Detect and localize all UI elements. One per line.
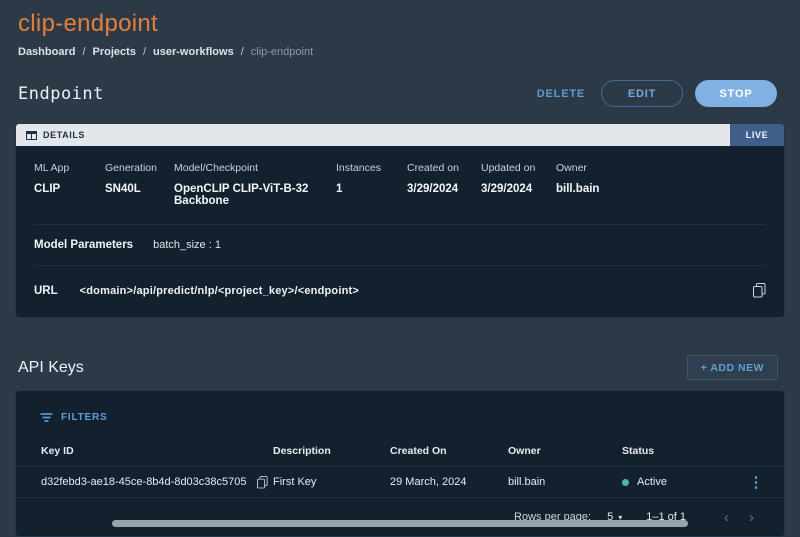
horizontal-scrollbar-thumb[interactable] <box>112 520 688 527</box>
copy-key-button[interactable] <box>255 474 270 491</box>
details-accordion-header[interactable]: DETAILS LIVE <box>16 124 784 146</box>
field-model-checkpoint: Model/Checkpoint OpenCLIP CLIP-ViT-B-32 … <box>174 162 336 207</box>
url-label: URL <box>34 285 58 297</box>
field-value: OpenCLIP CLIP-ViT-B-32 Backbone <box>174 183 336 207</box>
field-created-on: Created on 3/29/2024 <box>407 162 481 207</box>
column-header-key-id: Key ID <box>41 445 273 457</box>
cell-owner: bill.bain <box>508 476 622 488</box>
live-status-badge: LIVE <box>730 124 784 146</box>
row-kebab-menu-icon[interactable]: ⋮ <box>749 475 764 490</box>
copy-icon <box>257 476 268 489</box>
table-row: d32febd3-ae18-45ce-8b4d-8d03c38c5705 Fir… <box>16 467 784 497</box>
field-label: Instances <box>336 162 407 174</box>
field-updated-on: Updated on 3/29/2024 <box>481 162 556 207</box>
breadcrumb-user-workflows[interactable]: user-workflows <box>153 46 234 58</box>
cell-status: Active <box>622 476 744 488</box>
delete-button[interactable]: DELETE <box>533 82 589 106</box>
field-instances: Instances 1 <box>336 162 407 207</box>
filter-icon <box>40 413 53 422</box>
field-label: Generation <box>105 162 174 174</box>
field-label: Created on <box>407 162 481 174</box>
details-bar: DETAILS <box>16 124 730 146</box>
breadcrumb-separator: / <box>82 46 85 58</box>
field-value: 3/29/2024 <box>481 183 556 195</box>
model-parameters-row: Model Parameters batch_size : 1 <box>16 225 784 265</box>
url-value: <domain>/api/predict/nlp/<project_key>/<… <box>80 285 359 297</box>
add-new-key-button[interactable]: + ADD NEW <box>687 355 778 380</box>
field-value: 1 <box>336 183 407 195</box>
endpoint-fields-row: ML App CLIP Generation SN40L Model/Check… <box>16 146 784 224</box>
stop-button[interactable]: STOP <box>695 80 777 107</box>
url-row: URL <domain>/api/predict/nlp/<project_ke… <box>16 266 784 317</box>
field-value: CLIP <box>34 183 105 195</box>
key-id-value: d32febd3-ae18-45ce-8b4d-8d03c38c5705 <box>41 476 247 488</box>
breadcrumb-projects[interactable]: Projects <box>93 46 136 58</box>
page-header: clip-endpoint Dashboard / Projects / use… <box>0 0 800 58</box>
endpoint-actions: DELETE EDIT STOP <box>533 80 777 107</box>
cell-description: First Key <box>273 476 390 488</box>
breadcrumb-separator: / <box>143 46 146 58</box>
next-page-button[interactable]: › <box>739 509 764 526</box>
cell-created-on: 29 March, 2024 <box>390 476 508 488</box>
field-label: Model/Checkpoint <box>174 162 336 174</box>
api-keys-card: FILTERS Key ID Description Created On Ow… <box>15 390 785 537</box>
field-owner: Owner bill.bain <box>556 162 766 207</box>
filters-label: FILTERS <box>61 412 108 423</box>
column-header-status: Status <box>622 445 744 457</box>
model-parameters-value: batch_size : 1 <box>153 239 221 251</box>
status-label: Active <box>637 476 667 488</box>
endpoint-section-title: Endpoint <box>18 84 104 104</box>
breadcrumb: Dashboard / Projects / user-workflows / … <box>18 46 782 58</box>
endpoint-header-row: Endpoint DELETE EDIT STOP <box>0 80 800 107</box>
edit-button[interactable]: EDIT <box>601 80 683 107</box>
copy-url-button[interactable] <box>749 279 770 302</box>
field-value: bill.bain <box>556 183 766 195</box>
field-value: 3/29/2024 <box>407 183 481 195</box>
previous-page-button[interactable]: ‹ <box>714 509 739 526</box>
endpoint-details-card: DETAILS LIVE ML App CLIP Generation SN40… <box>15 123 785 318</box>
filters-button[interactable]: FILTERS <box>16 391 784 435</box>
field-label: Updated on <box>481 162 556 174</box>
column-header-created-on: Created On <box>390 445 508 457</box>
field-label: Owner <box>556 162 766 174</box>
column-header-description: Description <box>273 445 390 457</box>
field-label: ML App <box>34 162 105 174</box>
details-bar-label: DETAILS <box>43 130 85 140</box>
column-header-owner: Owner <box>508 445 622 457</box>
page-title: clip-endpoint <box>18 10 782 38</box>
field-ml-app: ML App CLIP <box>34 162 105 207</box>
copy-icon <box>753 283 766 298</box>
api-keys-section-title: API Keys <box>18 359 84 377</box>
breadcrumb-separator: / <box>241 46 244 58</box>
breadcrumb-current-page: clip-endpoint <box>251 46 313 58</box>
cell-menu: ⋮ <box>744 475 768 490</box>
model-parameters-label: Model Parameters <box>34 239 133 251</box>
cell-key-id: d32febd3-ae18-45ce-8b4d-8d03c38c5705 <box>41 474 273 491</box>
api-keys-header-row: API Keys + ADD NEW <box>0 355 800 380</box>
field-generation: Generation SN40L <box>105 162 174 207</box>
breadcrumb-dashboard[interactable]: Dashboard <box>18 46 75 58</box>
api-keys-table-header: Key ID Description Created On Owner Stat… <box>16 435 784 466</box>
field-value: SN40L <box>105 183 174 195</box>
active-status-dot-icon <box>622 479 629 486</box>
table-grid-icon <box>26 131 37 140</box>
table-pagination: Rows per page: 5 ▾ 1–1 of 1 ‹ › <box>16 498 784 536</box>
